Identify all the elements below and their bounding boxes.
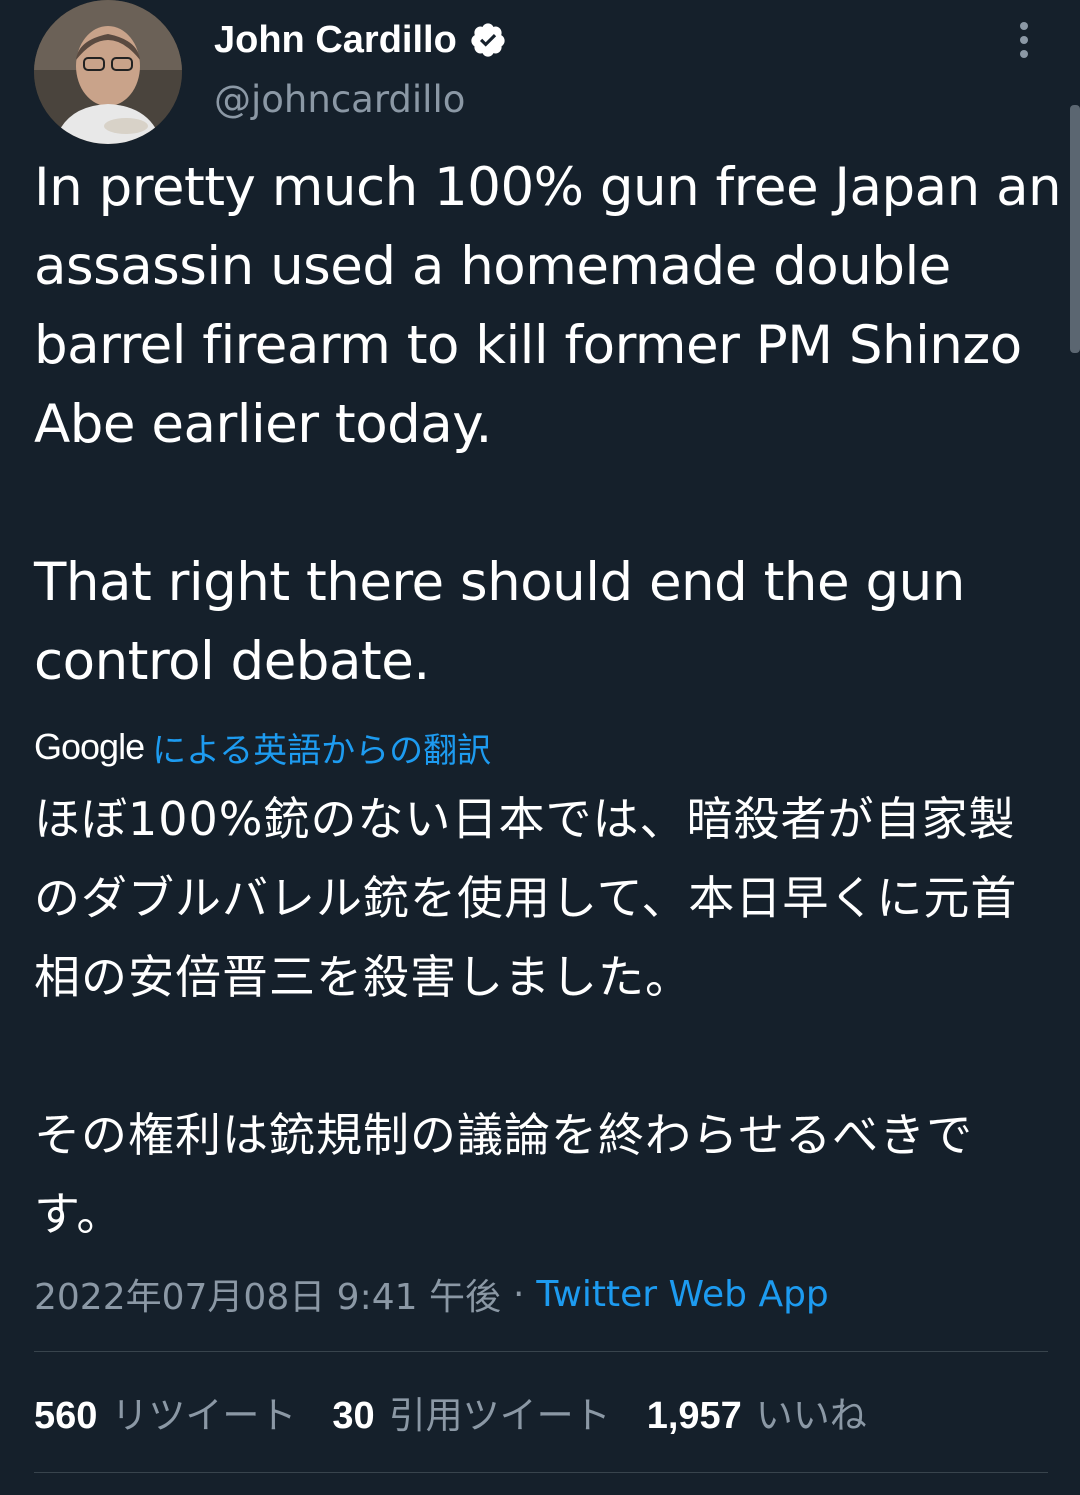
- translation-source-link[interactable]: による英語からの翻訳: [152, 723, 491, 772]
- quotes-label: 引用ツイート: [388, 1394, 611, 1437]
- google-logo: Google: [34, 726, 145, 767]
- more-options-icon[interactable]: [1006, 18, 1042, 62]
- likes-label: いいね: [755, 1394, 867, 1437]
- user-handle[interactable]: @johncardillo: [214, 74, 465, 126]
- profile-photo: [34, 0, 182, 144]
- divider: [34, 1351, 1048, 1352]
- source-app-link[interactable]: Twitter Web App: [536, 1274, 828, 1315]
- tweet-paragraph: That right there should end the gun cont…: [34, 552, 965, 692]
- scrollbar[interactable]: [1070, 105, 1080, 353]
- translated-paragraph: その権利は銃規制の議論を終わらせるべきです。: [34, 1108, 974, 1241]
- quotes-stat[interactable]: 30 引用ツイート: [332, 1385, 610, 1439]
- likes-stat[interactable]: 1,957 いいね: [647, 1385, 867, 1439]
- display-name: John Cardillo: [214, 19, 457, 61]
- verified-badge-icon: [471, 23, 505, 57]
- tweet-text: In pretty much 100% gun free Japan an as…: [34, 148, 1064, 701]
- likes-count: 1,957: [646, 1395, 742, 1437]
- translated-text: ほぼ100%銃のない日本では、暗殺者が自家製のダブルバレル銃を使用して、本日早く…: [34, 780, 1044, 1254]
- translation-attribution: Google による英語からの翻訳: [34, 722, 491, 772]
- quotes-count: 30: [332, 1395, 375, 1437]
- divider: [34, 1472, 1048, 1473]
- timestamp[interactable]: 2022年07月08日 9:41 午後: [34, 1268, 501, 1320]
- retweets-stat[interactable]: 560 リツイート: [34, 1385, 296, 1439]
- avatar[interactable]: [34, 0, 182, 144]
- retweets-label: リツイート: [111, 1394, 297, 1437]
- meta-separator: ·: [512, 1273, 525, 1315]
- retweets-count: 560: [34, 1395, 98, 1437]
- tweet-meta: 2022年07月08日 9:41 午後 · Twitter Web App: [34, 1268, 829, 1320]
- tweet-paragraph: In pretty much 100% gun free Japan an as…: [34, 157, 1062, 455]
- display-name-row[interactable]: John Cardillo: [214, 14, 507, 66]
- engagement-stats: 560 リツイート 30 引用ツイート 1,957 いいね: [34, 1384, 903, 1440]
- translated-paragraph: ほぼ100%銃のない日本では、暗殺者が自家製のダブルバレル銃を使用して、本日早く…: [34, 792, 1018, 1004]
